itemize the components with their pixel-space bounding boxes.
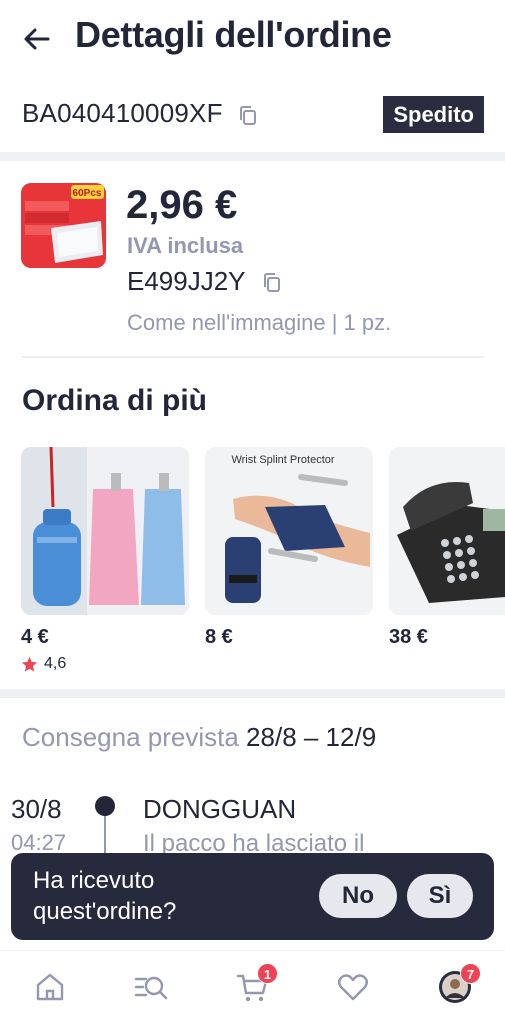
copy-icon[interactable] <box>238 106 258 126</box>
order-received-prompt: Ha ricevuto quest'ordine? No Sì <box>11 853 494 940</box>
tracking-city: DONGGUAN <box>143 794 297 824</box>
product-image-caption: Wrist Splint Protector <box>231 454 334 466</box>
timeline-line <box>104 816 106 856</box>
delivery-range: 28/8 – 12/9 <box>246 722 377 752</box>
nav-wishlist[interactable] <box>335 969 371 1005</box>
nav-home[interactable] <box>32 969 68 1005</box>
arrow-left-icon[interactable] <box>22 24 52 54</box>
product-price: 4 € <box>21 626 49 648</box>
rating-value: 4,6 <box>44 655 67 672</box>
profile-badge: 7 <box>460 963 481 984</box>
item-variant: Come nell'immagine | 1 pz. <box>127 310 392 335</box>
heart-icon <box>338 974 368 1001</box>
delivery-label: Consegna prevista <box>22 722 239 752</box>
product-thumbnail[interactable]: 60Pcs <box>21 183 106 268</box>
divider <box>0 689 505 698</box>
item-code: E499JJ2Y <box>127 266 246 296</box>
tracking-date: 30/8 <box>11 794 62 824</box>
home-icon <box>36 973 64 1001</box>
product-price: 38 € <box>389 626 428 648</box>
thumb-badge-text: 60Pcs <box>73 188 102 199</box>
section-title: Ordina di più <box>22 384 207 417</box>
yes-button[interactable]: Sì <box>407 874 473 918</box>
star-icon <box>21 656 38 672</box>
no-button[interactable]: No <box>319 874 397 918</box>
product-card[interactable] <box>389 447 505 615</box>
search-list-icon <box>134 976 168 1000</box>
header: Dettagli dell'ordine <box>0 0 505 78</box>
divider <box>22 356 484 358</box>
cart-badge: 1 <box>257 963 278 984</box>
product-rating: 4,6 <box>21 655 66 673</box>
product-price: 8 € <box>205 626 233 648</box>
copy-icon[interactable] <box>262 273 282 293</box>
order-id: BA040410009XF <box>22 98 223 128</box>
status-badge: Spedito <box>383 96 484 133</box>
divider <box>0 152 505 161</box>
page-title: Dettagli dell'ordine <box>75 14 392 55</box>
vat-note: IVA inclusa <box>127 233 244 258</box>
prompt-question: Ha ricevuto quest'ordine? <box>33 867 177 925</box>
product-card[interactable] <box>21 447 189 615</box>
timeline-dot <box>95 796 115 816</box>
nav-search[interactable] <box>133 969 169 1005</box>
bottom-nav: 1 7 <box>0 950 505 1024</box>
estimated-delivery: Consegna prevista 28/8 – 12/9 <box>22 722 376 753</box>
item-price: 2,96 € <box>126 183 238 227</box>
product-card[interactable]: Wrist Splint Protector <box>205 447 373 615</box>
